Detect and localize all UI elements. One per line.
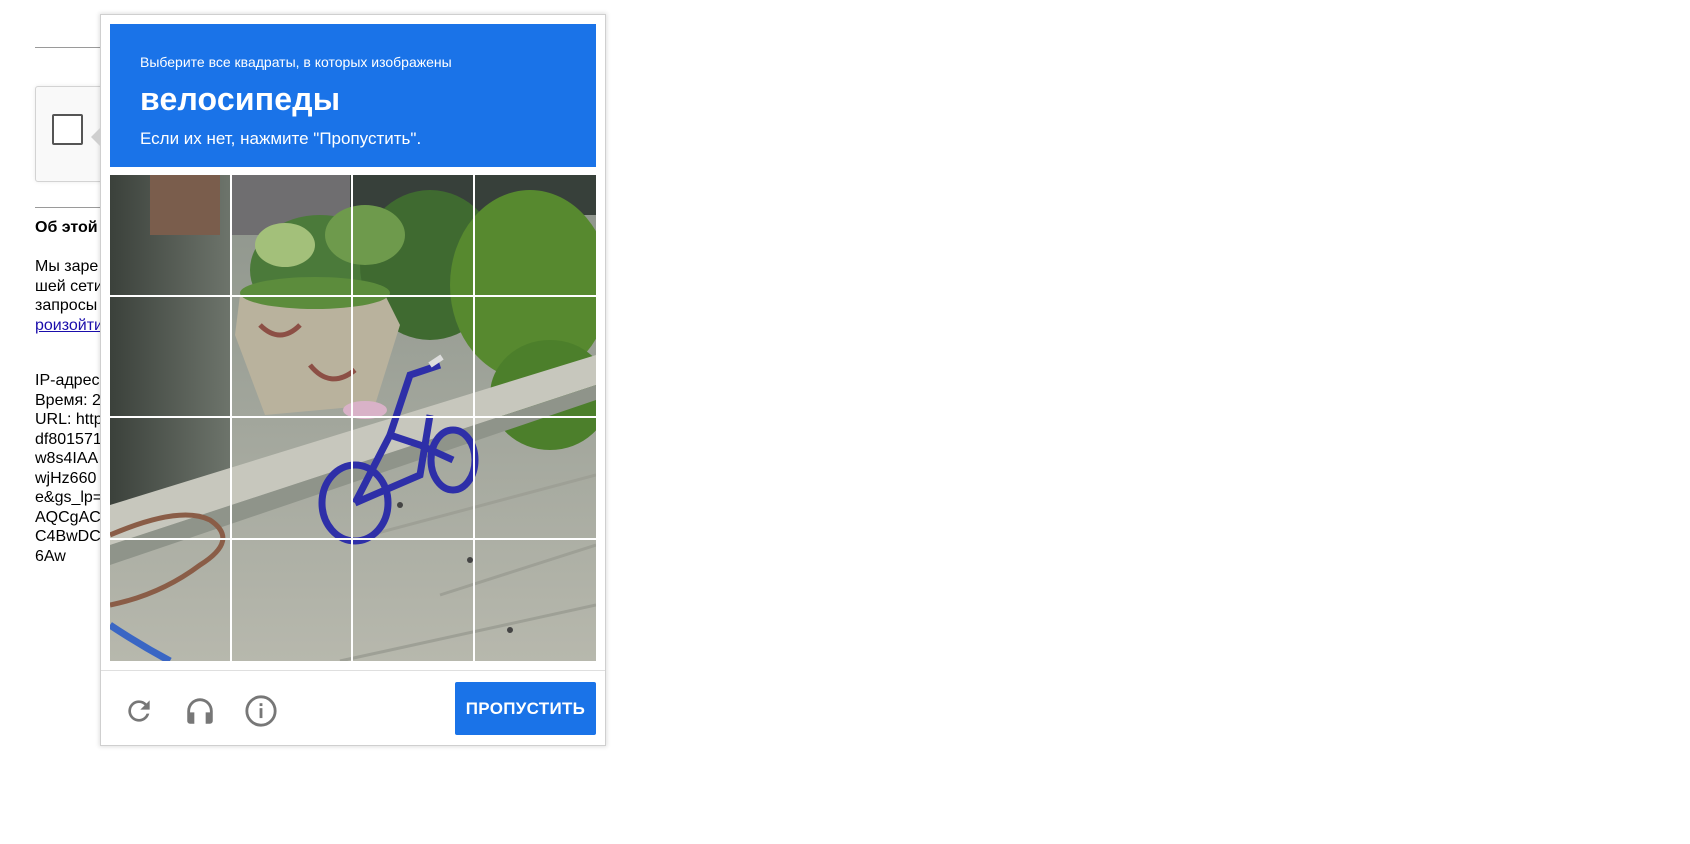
headphones-icon [187, 698, 213, 724]
info-button[interactable] [241, 691, 281, 731]
captcha-image-grid [110, 175, 596, 661]
grid-tile[interactable] [110, 539, 232, 661]
captcha-instruction: Выберите все квадраты, в которых изображ… [140, 54, 452, 70]
recaptcha-checkbox[interactable] [52, 114, 83, 145]
grid-tile[interactable] [110, 296, 232, 418]
captcha-prompt: Выберите все квадраты, в которых изображ… [110, 24, 596, 167]
about-text: Мы заре шей сети запросы роизойти [35, 257, 103, 335]
grid-tile[interactable] [353, 296, 475, 418]
info-line: URL: http [35, 411, 103, 428]
captcha-footer: ПРОПУСТИТЬ [101, 670, 605, 746]
info-line: df801571 [35, 430, 102, 448]
grid-tile[interactable] [474, 175, 596, 297]
grid-tile[interactable] [353, 418, 475, 540]
info-line: C4BwDC [35, 528, 101, 545]
info-line: Время: 2 [35, 391, 101, 409]
captcha-target: велосипеды [140, 81, 341, 117]
info-line: AQCgAC [35, 508, 101, 526]
info-line: 6Aw [35, 547, 66, 565]
grid-tile[interactable] [232, 539, 353, 661]
about-link[interactable]: роизойти [35, 317, 103, 334]
info-line: e&gs_lp= [35, 489, 103, 506]
captcha-tiles [110, 175, 596, 661]
skip-button[interactable]: ПРОПУСТИТЬ [455, 682, 596, 735]
grid-tile[interactable] [475, 540, 597, 662]
about-line: Мы заре [35, 258, 99, 275]
grid-tile[interactable] [353, 539, 475, 661]
grid-tile[interactable] [110, 418, 232, 540]
about-line: шей сети [35, 277, 103, 295]
info-icon [245, 695, 277, 727]
grid-tile[interactable] [474, 297, 596, 418]
grid-tile[interactable] [353, 175, 475, 297]
captcha-hint: Если их нет, нажмите "Пропустить". [140, 129, 422, 148]
info-line: IP-адрес [35, 372, 100, 389]
grid-tile[interactable] [231, 175, 353, 297]
grid-tile[interactable] [474, 418, 596, 540]
about-heading: Об этой [35, 219, 98, 236]
reload-icon [128, 700, 150, 722]
reload-button[interactable] [119, 691, 159, 731]
captcha-challenge: Выберите все квадраты, в которых изображ… [91, 14, 606, 746]
info-line: wjHz660 [35, 469, 97, 487]
grid-tile[interactable] [231, 418, 353, 540]
request-info: IP-адрес Время: 2 URL: http df801571 w8s… [35, 371, 103, 566]
page: Об этой Мы заре шей сети запросы роизойт… [0, 0, 1690, 844]
info-line: w8s4IAA [35, 450, 99, 467]
grid-tile[interactable] [110, 175, 232, 297]
grid-tile[interactable] [231, 296, 353, 418]
about-line: запросы [35, 297, 98, 314]
audio-button[interactable] [180, 691, 220, 731]
